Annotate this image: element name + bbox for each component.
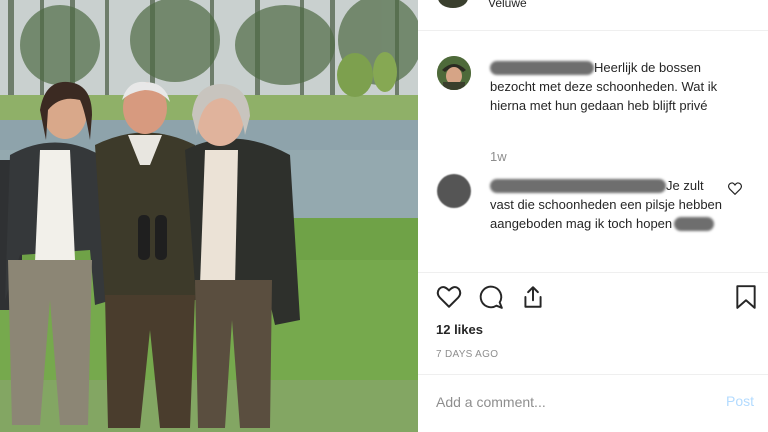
action-bar: [418, 284, 768, 314]
post-sidebar: Veluwe Heerlijk de bossen bezocht met de…: [418, 0, 768, 432]
post-location[interactable]: Veluwe: [488, 0, 527, 10]
heart-icon[interactable]: [436, 284, 462, 310]
post-caption: Heerlijk de bossen bezocht met deze scho…: [490, 58, 740, 115]
divider: [418, 374, 768, 375]
redacted-username[interactable]: [490, 179, 666, 193]
post-date[interactable]: 7 DAYS AGO: [436, 349, 498, 360]
redacted-mention: [674, 217, 715, 231]
commenter-avatar[interactable]: [437, 174, 471, 208]
post-comment-button[interactable]: Post: [726, 393, 754, 409]
bookmark-icon[interactable]: [734, 284, 758, 310]
caption-time[interactable]: 1w: [490, 149, 507, 164]
likes-count[interactable]: 12 likes: [436, 322, 483, 337]
comment-like-heart-icon[interactable]: [728, 182, 742, 195]
divider: [418, 272, 768, 273]
post-photo[interactable]: [0, 0, 418, 432]
add-comment-input[interactable]: [436, 391, 696, 413]
redacted-username[interactable]: [490, 61, 594, 75]
share-icon[interactable]: [520, 284, 546, 310]
photo-scene: [0, 0, 418, 432]
author-avatar[interactable]: [438, 0, 468, 8]
post-header: Veluwe: [418, 0, 768, 31]
comment-icon[interactable]: [478, 284, 504, 310]
comment-item: Je zult vast die schoonheden een pilsje …: [490, 176, 730, 233]
caption-avatar[interactable]: [437, 56, 471, 90]
avatar-image: [437, 56, 471, 90]
